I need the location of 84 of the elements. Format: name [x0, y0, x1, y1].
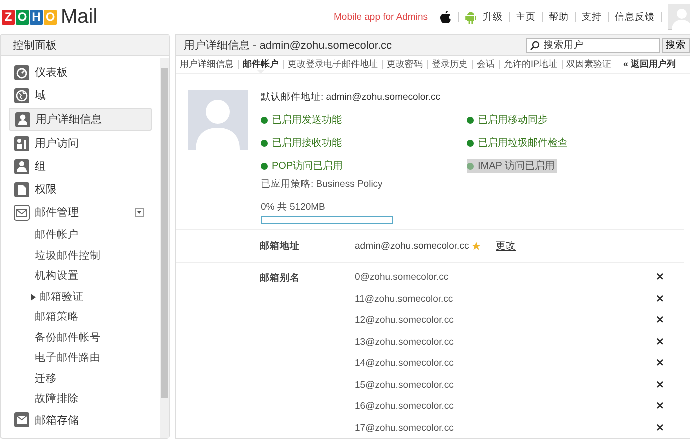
sidebar-item[interactable]: 组: [9, 156, 152, 177]
submenu-item[interactable]: 备份邮件帐号: [9, 328, 152, 348]
field-label: 邮箱地址: [260, 240, 301, 252]
quota-reading: 0% 共 5120MB: [261, 201, 326, 214]
logo-letter: O: [44, 10, 57, 24]
gauge-icon: [14, 64, 30, 80]
submenu-item[interactable]: 邮箱策略: [9, 307, 152, 328]
avatar-icon[interactable]: [668, 4, 690, 30]
remove-button[interactable]: ×: [656, 334, 664, 348]
page-title: 用户详细信息 - admin@zohu.somecolor.cc: [184, 38, 394, 52]
search-button[interactable]: 搜索: [662, 38, 690, 52]
header-link[interactable]: 支持: [582, 10, 602, 24]
remove-button[interactable]: ×: [656, 420, 664, 434]
tab[interactable]: 登录历史: [432, 58, 468, 71]
header-link[interactable]: 主页: [516, 10, 536, 24]
logo-word: Mail: [61, 6, 98, 28]
tab[interactable]: 更改密码: [387, 58, 423, 71]
remove-button[interactable]: ×: [656, 270, 664, 284]
envelope-icon: [14, 412, 30, 428]
sidebar-item[interactable]: 邮件管理: [9, 202, 152, 223]
envelope-icon: [14, 204, 30, 220]
android-icon[interactable]: [465, 10, 477, 24]
globe-icon: [14, 88, 30, 104]
mailbox-address: admin@zohu.somecolor.cc: [355, 240, 470, 252]
feature-status: IMAP 访问已启用: [467, 159, 558, 173]
alias-address: 15@zohu.somecolor.cc: [355, 380, 454, 390]
submenu-item[interactable]: 垃圾邮件控制: [9, 246, 152, 266]
remove-button[interactable]: ×: [656, 399, 664, 413]
apple-icon[interactable]: [440, 10, 452, 24]
sidebar-item[interactable]: 邮箱存储: [9, 410, 152, 430]
remove-button[interactable]: ×: [656, 292, 664, 306]
logo-letter: Z: [2, 10, 15, 24]
header-link[interactable]: 帮助: [549, 10, 569, 24]
user-icon: [15, 112, 31, 128]
feature-status: 已启用接收功能: [261, 136, 344, 150]
header-link[interactable]: 信息反馈: [615, 10, 655, 24]
feature-status: POP访问已启用: [261, 159, 346, 173]
feature-status: 已启用发送功能: [261, 113, 344, 127]
policy-text: 已应用策略: Business Policy: [261, 178, 384, 191]
alias-address: 12@zohu.somecolor.cc: [355, 315, 454, 326]
alias-address: 17@zohu.somecolor.cc: [355, 422, 454, 434]
mobile-app-link[interactable]: Mobile app for Admins: [334, 12, 428, 22]
submenu-item[interactable]: 故障排除: [9, 389, 152, 410]
remove-button[interactable]: ×: [656, 313, 664, 327]
search-icon: [530, 40, 540, 50]
default-address: 默认邮件地址: admin@zohu.somecolor.cc: [261, 91, 442, 104]
submenu-item[interactable]: 邮件帐户: [9, 225, 152, 246]
scrollbar[interactable]: [161, 68, 168, 398]
search-field[interactable]: 搜索用户: [526, 38, 660, 52]
alias-address: 16@zohu.somecolor.cc: [355, 401, 454, 412]
submenu-item[interactable]: 机构设置: [9, 266, 152, 286]
remove-button[interactable]: ×: [656, 378, 664, 392]
sidebar-item[interactable]: 用户访问: [9, 133, 152, 154]
tab[interactable]: 更改登录电子邮件地址: [288, 58, 378, 71]
field-label: 邮箱别名: [260, 272, 301, 286]
tab[interactable]: 双因素验证: [566, 58, 612, 71]
alias-address: 13@zohu.somecolor.cc: [355, 336, 454, 348]
group-icon: [14, 158, 30, 174]
submenu-item[interactable]: 电子邮件路由: [9, 348, 152, 368]
remove-button[interactable]: ×: [656, 356, 664, 370]
sidebar-item[interactable]: 权限: [9, 179, 152, 200]
change-link[interactable]: 更改: [496, 240, 516, 252]
user-access-icon: [14, 136, 30, 152]
header-link[interactable]: 升级: [483, 10, 503, 24]
dropdown-icon[interactable]: [135, 208, 144, 217]
sidebar-item[interactable]: 用户详细信息: [9, 108, 152, 131]
submenu-item[interactable]: 迁移: [9, 368, 152, 389]
logo-letter: H: [30, 10, 43, 24]
feature-status: 已启用移动同步: [467, 113, 550, 127]
logo-letter: O: [16, 10, 29, 24]
sidebar-item[interactable]: 域: [9, 85, 152, 106]
back-link[interactable]: « 返回用户列: [624, 58, 676, 71]
document-icon: [14, 182, 30, 198]
alias-address: 11@zohu.somecolor.cc: [355, 294, 454, 304]
tab[interactable]: 用户详细信息: [180, 58, 234, 71]
tab[interactable]: 会话: [477, 58, 495, 71]
alias-address: 14@zohu.somecolor.cc: [355, 358, 454, 369]
user-silhouette-icon: [188, 90, 248, 150]
submenu-item[interactable]: 邮箱验证: [9, 286, 152, 307]
sidebar-item[interactable]: 仪表板: [9, 62, 152, 83]
tab[interactable]: 允许的IP地址: [504, 58, 558, 71]
sidebar-title: 控制面板: [1, 35, 169, 56]
feature-status: 已启用垃圾邮件检查: [467, 136, 570, 150]
alias-address: 0@zohu.somecolor.cc: [355, 272, 449, 283]
